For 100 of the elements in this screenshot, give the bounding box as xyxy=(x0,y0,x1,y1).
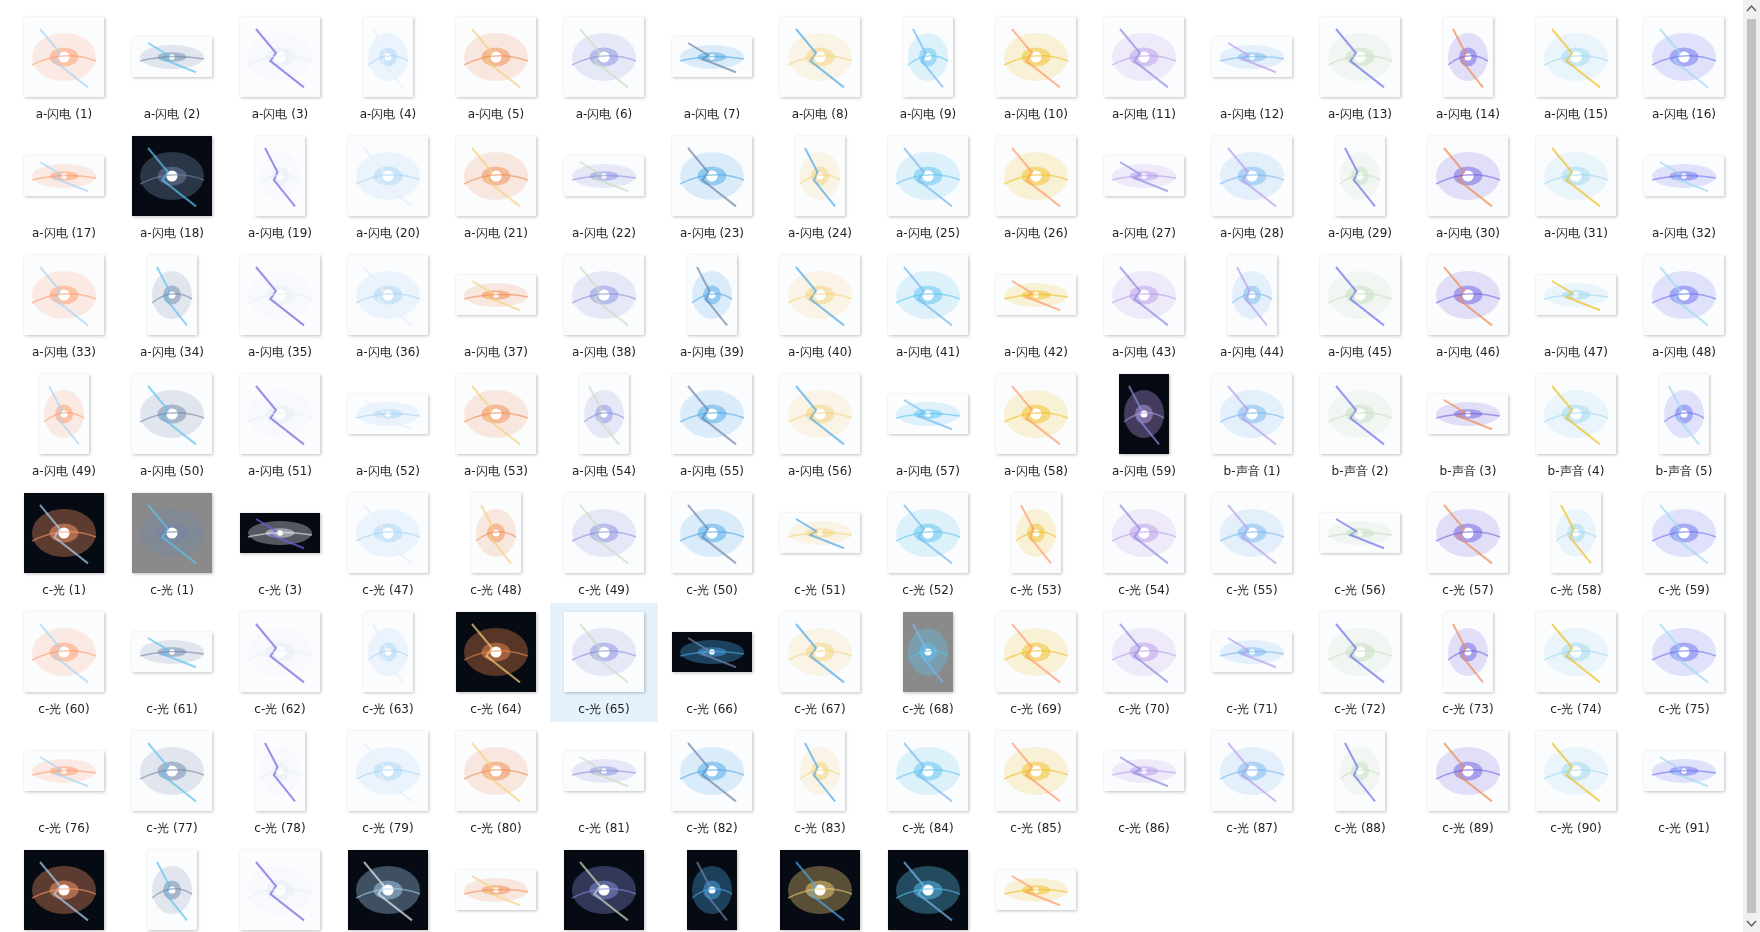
file-item[interactable]: c-光 (79) xyxy=(334,722,442,841)
file-item[interactable]: a-闪电 (33) xyxy=(10,246,118,365)
file-item[interactable]: a-闪电 (55) xyxy=(658,365,766,484)
file-item[interactable]: a-闪电 (13) xyxy=(1306,8,1414,127)
file-item[interactable]: a-闪电 (54) xyxy=(550,365,658,484)
file-item[interactable]: a-闪电 (16) xyxy=(1630,8,1738,127)
file-item[interactable]: a-闪电 (14) xyxy=(1414,8,1522,127)
file-item[interactable]: a-闪电 (27) xyxy=(1090,127,1198,246)
file-item[interactable]: a-闪电 (4) xyxy=(334,8,442,127)
file-item[interactable]: c-光 (77) xyxy=(118,722,226,841)
file-item[interactable]: a-闪电 (7) xyxy=(658,8,766,127)
file-item[interactable]: c-光 (82) xyxy=(658,722,766,841)
file-item[interactable]: a-闪电 (2) xyxy=(118,8,226,127)
file-item[interactable]: a-闪电 (6) xyxy=(550,8,658,127)
file-item[interactable]: a-闪电 (42) xyxy=(982,246,1090,365)
file-item[interactable]: c-光 (90) xyxy=(1522,722,1630,841)
file-item[interactable]: a-闪电 (25) xyxy=(874,127,982,246)
file-item[interactable]: a-闪电 (52) xyxy=(334,365,442,484)
file-item[interactable]: a-闪电 (58) xyxy=(982,365,1090,484)
file-item[interactable]: a-闪电 (31) xyxy=(1522,127,1630,246)
file-item[interactable]: a-闪电 (15) xyxy=(1522,8,1630,127)
file-item[interactable]: c-光 (91) xyxy=(1630,722,1738,841)
file-item[interactable]: a-闪电 (18) xyxy=(118,127,226,246)
file-item[interactable]: b-声音 (3) xyxy=(1414,365,1522,484)
file-item[interactable]: c-光 (71) xyxy=(1198,603,1306,722)
file-item[interactable]: c-光 (52) xyxy=(874,484,982,603)
file-item[interactable]: c-光 (87) xyxy=(1198,722,1306,841)
file-item[interactable]: c-光 (70) xyxy=(1090,603,1198,722)
file-item[interactable]: c-光 (80) xyxy=(442,722,550,841)
file-item[interactable]: a-闪电 (40) xyxy=(766,246,874,365)
file-item[interactable]: a-闪电 (21) xyxy=(442,127,550,246)
file-item[interactable]: c-光 (48) xyxy=(442,484,550,603)
file-item[interactable]: a-闪电 (50) xyxy=(118,365,226,484)
file-item[interactable]: a-闪电 (51) xyxy=(226,365,334,484)
file-item[interactable]: a-闪电 (23) xyxy=(658,127,766,246)
file-item[interactable]: a-闪电 (22) xyxy=(550,127,658,246)
file-item[interactable]: c-光 (88) xyxy=(1306,722,1414,841)
file-item[interactable]: c-光 (86) xyxy=(1090,722,1198,841)
file-item[interactable]: c-光 (85) xyxy=(982,722,1090,841)
file-item[interactable]: c-光 (51) xyxy=(766,484,874,603)
file-item[interactable]: a-闪电 (17) xyxy=(10,127,118,246)
file-item[interactable]: a-闪电 (8) xyxy=(766,8,874,127)
file-item[interactable]: a-闪电 (53) xyxy=(442,365,550,484)
file-item[interactable]: a-闪电 (44) xyxy=(1198,246,1306,365)
file-item[interactable]: a-闪电 (10) xyxy=(982,8,1090,127)
file-item[interactable]: b-声音 (1) xyxy=(1198,365,1306,484)
file-item[interactable]: c-光 (55) xyxy=(1198,484,1306,603)
file-item[interactable]: a-闪电 (3) xyxy=(226,8,334,127)
file-item[interactable]: c-光 (59) xyxy=(1630,484,1738,603)
file-item[interactable]: c-光 (65) xyxy=(550,603,658,722)
file-item[interactable]: c-光 (67) xyxy=(766,603,874,722)
file-item[interactable]: c-光 (89) xyxy=(1414,722,1522,841)
file-item[interactable]: a-闪电 (36) xyxy=(334,246,442,365)
file-item[interactable]: c-光 (54) xyxy=(1090,484,1198,603)
file-item[interactable]: c-光 (58) xyxy=(1522,484,1630,603)
file-item[interactable]: a-闪电 (26) xyxy=(982,127,1090,246)
file-item[interactable]: c-光 (61) xyxy=(118,603,226,722)
file-item[interactable]: c-光 (53) xyxy=(982,484,1090,603)
file-item[interactable]: a-闪电 (28) xyxy=(1198,127,1306,246)
file-item[interactable]: a-闪电 (29) xyxy=(1306,127,1414,246)
file-item[interactable]: a-闪电 (9) xyxy=(874,8,982,127)
file-item[interactable]: c-光 (1) xyxy=(10,484,118,603)
file-item[interactable]: c-光 (74) xyxy=(1522,603,1630,722)
file-item[interactable]: a-闪电 (35) xyxy=(226,246,334,365)
file-item[interactable]: c-光 (60) xyxy=(10,603,118,722)
scrollbar[interactable] xyxy=(1743,0,1760,932)
file-item[interactable]: c-光 (84) xyxy=(874,722,982,841)
file-item[interactable]: c-光 (72) xyxy=(1306,603,1414,722)
file-item[interactable]: c-光 (78) xyxy=(226,722,334,841)
file-item[interactable]: a-闪电 (38) xyxy=(550,246,658,365)
file-item[interactable]: a-闪电 (57) xyxy=(874,365,982,484)
file-item[interactable]: a-闪电 (59) xyxy=(1090,365,1198,484)
file-item[interactable]: a-闪电 (49) xyxy=(10,365,118,484)
file-item[interactable]: a-闪电 (24) xyxy=(766,127,874,246)
file-item[interactable]: c-光 (73) xyxy=(1414,603,1522,722)
file-item[interactable]: b-声音 (4) xyxy=(1522,365,1630,484)
file-item[interactable]: c-光 (50) xyxy=(658,484,766,603)
file-item[interactable]: a-闪电 (20) xyxy=(334,127,442,246)
file-item[interactable]: c-光 (3) xyxy=(226,484,334,603)
file-item[interactable]: a-闪电 (5) xyxy=(442,8,550,127)
file-item[interactable]: a-闪电 (45) xyxy=(1306,246,1414,365)
file-item[interactable]: a-闪电 (47) xyxy=(1522,246,1630,365)
file-item[interactable]: c-光 (83) xyxy=(766,722,874,841)
file-item[interactable]: c-光 (64) xyxy=(442,603,550,722)
file-item[interactable]: a-闪电 (43) xyxy=(1090,246,1198,365)
file-item[interactable]: a-闪电 (30) xyxy=(1414,127,1522,246)
file-item[interactable]: c-光 (81) xyxy=(550,722,658,841)
file-item[interactable]: a-闪电 (48) xyxy=(1630,246,1738,365)
file-item[interactable]: c-光 (68) xyxy=(874,603,982,722)
file-item[interactable]: b-声音 (2) xyxy=(1306,365,1414,484)
file-item[interactable]: a-闪电 (34) xyxy=(118,246,226,365)
file-item[interactable]: c-光 (66) xyxy=(658,603,766,722)
file-item[interactable]: a-闪电 (19) xyxy=(226,127,334,246)
file-item[interactable]: c-光 (69) xyxy=(982,603,1090,722)
file-item[interactable]: a-闪电 (56) xyxy=(766,365,874,484)
scrollbar-thumb[interactable] xyxy=(1747,19,1756,913)
file-item[interactable]: a-闪电 (46) xyxy=(1414,246,1522,365)
file-item[interactable]: c-光 (63) xyxy=(334,603,442,722)
file-item[interactable]: c-光 (76) xyxy=(10,722,118,841)
file-item[interactable]: c-光 (62) xyxy=(226,603,334,722)
